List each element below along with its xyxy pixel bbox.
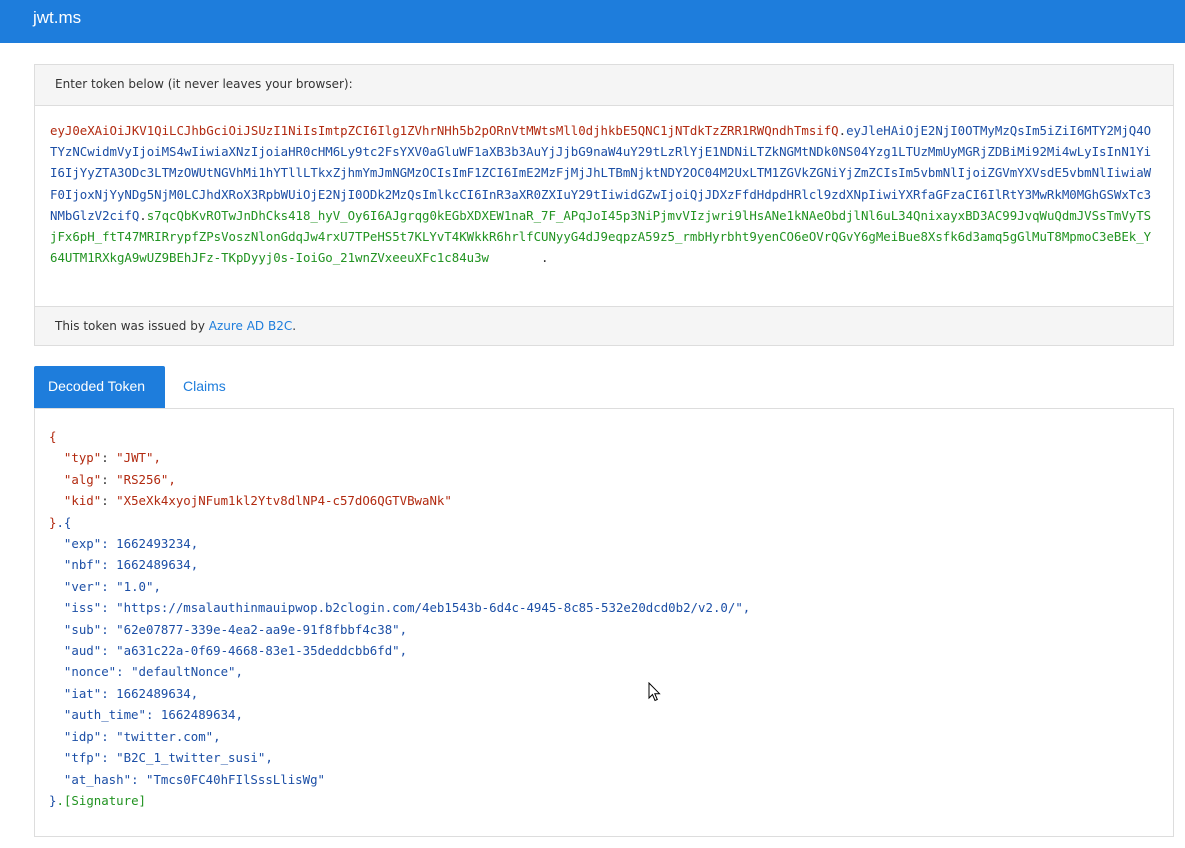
json-close: }.[Signature] xyxy=(49,792,146,808)
json-value: 1662493234 xyxy=(116,536,191,552)
json-line: "alg": "RS256", xyxy=(63,471,176,487)
token-issuer-footer: This token was issued by Azure AD B2C. xyxy=(35,306,1173,345)
json-line: "iat": 1662489634, xyxy=(63,685,199,701)
json-line: "nbf": 1662489634, xyxy=(63,557,199,573)
json-line: "nonce": "defaultNonce", xyxy=(63,664,243,680)
json-value: "defaultNonce" xyxy=(131,664,236,680)
json-value: "https://msalauthinmauipwop.b2clogin.com… xyxy=(116,600,743,616)
json-key: "exp" xyxy=(63,536,102,552)
json-key: "nonce" xyxy=(63,664,117,680)
json-value: 1662489634 xyxy=(116,557,191,573)
json-value: "62e07877-339e-4ea2-aa9e-91f8fbbf4c38" xyxy=(116,621,400,637)
json-key: "nbf" xyxy=(63,557,102,573)
json-key: "auth_time" xyxy=(63,707,146,723)
json-value: 1662489634 xyxy=(160,707,236,723)
top-navbar: jwt.ms xyxy=(0,0,1185,43)
json-value: "Tmcs0FC40hFIlSssLlisWg" xyxy=(145,771,326,787)
json-key: "kid" xyxy=(63,493,102,509)
json-value: "a631c22a-0f69-4668-83e1-35deddcbb6fd" xyxy=(116,643,400,659)
token-text[interactable]: eyJ0eXAiOiJKV1QiLCJhbGciOiJSUzI1NiIsImtp… xyxy=(50,120,1158,268)
token-separator: . xyxy=(838,123,847,138)
tab-decoded-token[interactable]: Decoded Token xyxy=(34,366,165,408)
json-key: "iss" xyxy=(63,600,102,616)
json-value: "RS256" xyxy=(116,471,169,487)
json-key: "iat" xyxy=(63,685,102,701)
json-key: "aud" xyxy=(63,643,102,659)
token-signature-part: s7qcQbKvROTwJnDhCks418_hyV_Oy6I6AJgrqg0k… xyxy=(50,207,1152,266)
json-line: "ver": "1.0", xyxy=(63,578,161,594)
token-header-part: eyJ0eXAiOiJKV1QiLCJhbGciOiJSUzI1NiIsImtp… xyxy=(50,123,839,138)
json-line: "aud": "a631c22a-0f69-4668-83e1-35deddcb… xyxy=(63,643,408,659)
json-value: "1.0" xyxy=(116,578,154,594)
json-key: "ver" xyxy=(63,578,102,594)
token-separator: . xyxy=(139,207,147,223)
mouse-pointer-icon xyxy=(648,682,661,702)
json-value: "B2C_1_twitter_susi" xyxy=(116,750,266,766)
json-key: "idp" xyxy=(63,728,102,744)
json-key: "sub" xyxy=(63,621,102,637)
decoded-token-panel: { "typ": "JWT", "alg": "RS256", "kid": "… xyxy=(34,408,1174,837)
json-value: "JWT" xyxy=(116,450,154,466)
json-key: "typ" xyxy=(63,450,102,466)
json-key: "alg" xyxy=(63,471,102,487)
token-separator: . xyxy=(488,250,549,266)
json-value: "X5eXk4xyojNFum1kl2Ytv8dlNP4-c57dO6QGTVB… xyxy=(116,493,452,509)
signature-label: [Signature] xyxy=(63,792,146,808)
header-lines: "typ": "JWT", "alg": "RS256", "kid": "X5… xyxy=(49,450,452,508)
json-key: "tfp" xyxy=(63,750,102,766)
json-open-brace: { xyxy=(49,429,57,444)
issuer-prefix: This token was issued by xyxy=(55,319,209,333)
json-line: "iss": "https://msalauthinmauipwop.b2clo… xyxy=(63,600,751,616)
json-line: "kid": "X5eXk4xyojNFum1kl2Ytv8dlNP4-c57d… xyxy=(63,493,452,509)
result-tabs: Decoded Token Claims xyxy=(34,366,1174,408)
json-line: "auth_time": 1662489634, xyxy=(63,707,243,723)
json-value: "twitter.com" xyxy=(116,728,214,744)
payload-lines: "exp": 1662493234, "nbf": 1662489634, "v… xyxy=(49,536,750,786)
json-separator: }.{ xyxy=(49,514,72,530)
json-key: "at_hash" xyxy=(63,771,132,787)
brand-logo-text[interactable]: jwt.ms xyxy=(33,8,81,28)
decoded-json: { "typ": "JWT", "alg": "RS256", "kid": "… xyxy=(49,426,1173,811)
json-line: "exp": 1662493234, xyxy=(63,536,199,552)
token-input-area[interactable]: eyJ0eXAiOiJKV1QiLCJhbGciOiJSUzI1NiIsImtp… xyxy=(35,106,1173,306)
json-line: "tfp": "B2C_1_twitter_susi", xyxy=(63,750,273,766)
json-line: "idp": "twitter.com", xyxy=(63,728,221,744)
json-line: "typ": "JWT", xyxy=(63,450,161,466)
token-input-panel: Enter token below (it never leaves your … xyxy=(34,64,1174,346)
token-panel-header: Enter token below (it never leaves your … xyxy=(35,65,1173,106)
json-line: "at_hash": "Tmcs0FC40hFIlSssLlisWg" xyxy=(63,771,326,787)
tab-claims[interactable]: Claims xyxy=(169,366,240,408)
issuer-link[interactable]: Azure AD B2C xyxy=(209,319,293,333)
json-value: 1662489634 xyxy=(116,685,191,701)
json-line: "sub": "62e07877-339e-4ea2-aa9e-91f8fbbf… xyxy=(63,621,408,637)
issuer-suffix: . xyxy=(292,319,297,333)
